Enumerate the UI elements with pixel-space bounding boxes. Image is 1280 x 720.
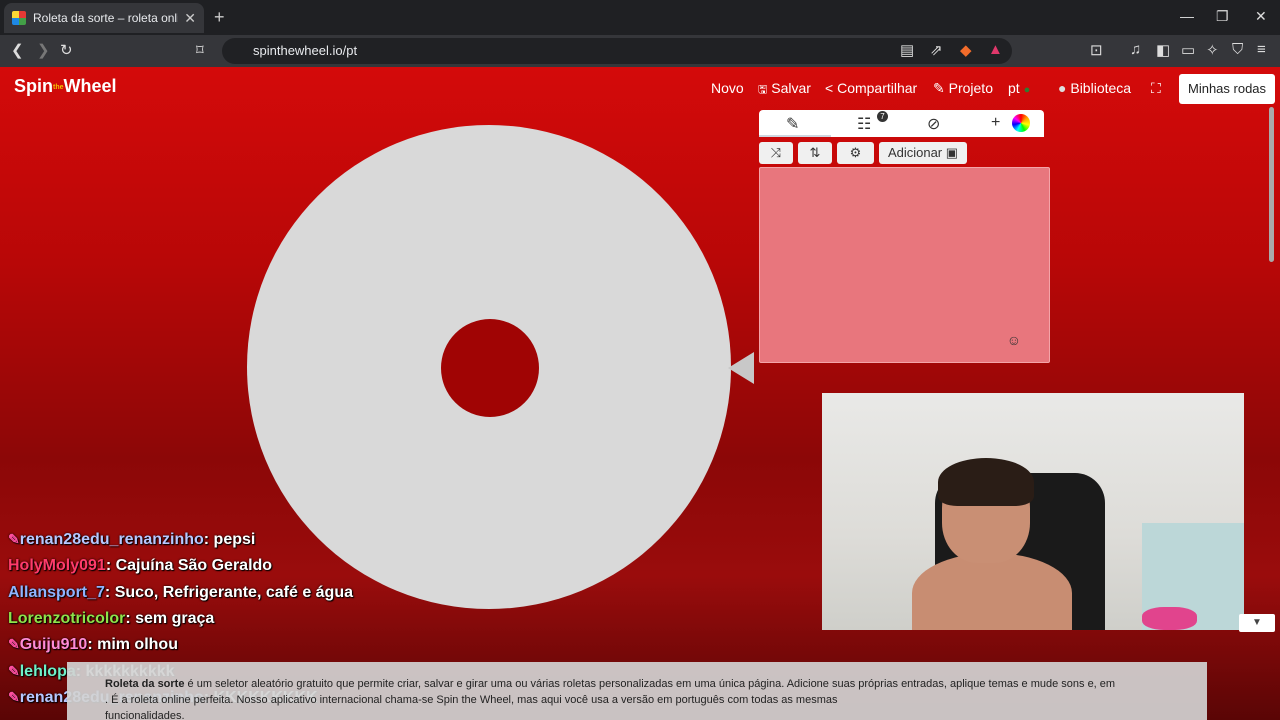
chat-badge-pencil-icon: ✎ xyxy=(8,689,20,705)
chat-message: ✎renan28edu_renanzinho: pepsi xyxy=(8,531,255,549)
chat-message: Lorenzotricolor: sem graça xyxy=(8,610,214,628)
reload-icon[interactable]: ↻ xyxy=(60,41,73,59)
page-content: SpintheWheel Novo 🖫 Salvar < Compartilha… xyxy=(0,67,1280,720)
share-icon[interactable]: ⇗ xyxy=(930,41,943,59)
tab-title: Roleta da sorte – roleta online g xyxy=(33,11,178,25)
chat-badge-pencil-icon: ✎ xyxy=(8,531,20,547)
chevron-down-icon[interactable]: ▼ xyxy=(1239,614,1275,632)
webcam-overlay xyxy=(822,393,1244,630)
minhas-rodas-button[interactable]: Minhas rodas xyxy=(1179,74,1276,104)
rewards-icon[interactable]: ▲ xyxy=(988,41,1003,58)
image-icon: ▣ xyxy=(945,145,959,160)
share-icon: < xyxy=(825,80,834,96)
menu-icon[interactable]: ≡ xyxy=(1257,41,1266,58)
nav-compartilhar[interactable]: < Compartilhar xyxy=(825,80,917,96)
url-text: spinthewheel.io/pt xyxy=(253,43,358,58)
bookmark-icon[interactable]: ⌑ xyxy=(196,41,204,59)
save-icon: 🖫 xyxy=(758,84,768,96)
tab-edit-pencil-icon[interactable]: ✎ xyxy=(786,114,799,134)
browser-tab[interactable]: Roleta da sorte – roleta online g ✕ xyxy=(4,3,204,33)
page-scrollbar[interactable] xyxy=(1269,107,1274,262)
sidebar-icon[interactable]: ◧ xyxy=(1156,41,1170,59)
tab-entries-list-icon[interactable]: ☷ xyxy=(857,114,871,134)
chat-username: renan28edu_renanzinho xyxy=(19,531,204,548)
chat-text: : pepsi xyxy=(203,531,256,548)
forward-icon[interactable]: ❯ xyxy=(37,41,50,59)
chat-text: : sem graça xyxy=(125,610,215,627)
site-favicon-icon xyxy=(12,11,26,25)
chat-text: : mim olhou xyxy=(87,636,178,653)
ai-icon[interactable]: ✧ xyxy=(1206,41,1219,59)
shuffle-button[interactable]: ⤨ xyxy=(759,142,793,164)
chat-username: Guiju910 xyxy=(19,636,88,653)
shuffle-icon: ⤨ xyxy=(770,145,782,160)
chat-text: : Cajuína São Geraldo xyxy=(105,557,273,574)
tab-hidden-eye-icon[interactable]: ⊘ xyxy=(927,114,940,134)
chat-username: Lorenzotricolor xyxy=(8,610,126,627)
fullscreen-icon[interactable]: ⛶ xyxy=(1151,80,1161,97)
flag-icon: ● xyxy=(1023,84,1031,96)
settings-button[interactable]: ⚙ xyxy=(837,142,874,164)
close-tab-icon[interactable]: ✕ xyxy=(184,10,196,27)
entries-textarea[interactable]: ☺ xyxy=(759,167,1050,363)
music-icon[interactable]: ♫ xyxy=(1130,41,1141,58)
maximize-icon[interactable]: ❐ xyxy=(1216,8,1229,25)
color-wheel-icon[interactable] xyxy=(1012,114,1030,132)
nav-projeto[interactable]: ✎ Projeto xyxy=(933,80,993,97)
nav-salvar[interactable]: 🖫 Salvar xyxy=(758,80,811,100)
chat-message: Allansport_7: Suco, Refrigerante, café e… xyxy=(8,584,353,602)
chat-username: Allansport_7 xyxy=(8,584,105,601)
new-tab-icon[interactable]: + xyxy=(214,7,225,28)
wheel-center-button[interactable] xyxy=(441,319,539,417)
chat-badge-pencil-icon: ✎ xyxy=(8,636,20,652)
emoji-icon[interactable]: ☺ xyxy=(1007,332,1021,348)
browser-toolbar: ❮ ❯ ↻ ⌑ spinthewheel.io/pt ▤ ⇗ ◆ ▲ ⊡ ♫ ◧… xyxy=(0,35,1280,67)
globe-icon: ● xyxy=(1058,80,1067,96)
address-bar[interactable]: spinthewheel.io/pt xyxy=(222,38,1012,64)
vpn-icon[interactable]: ⛉ xyxy=(1232,41,1243,58)
gear-icon: ⚙ xyxy=(849,145,862,160)
screenshot-icon[interactable]: ⊡ xyxy=(1090,41,1103,59)
back-icon[interactable]: ❮ xyxy=(11,41,24,59)
chat-badge-pencil-icon: ✎ xyxy=(8,663,20,679)
chat-message: ✎Guiju910: mim olhou xyxy=(8,636,178,654)
site-logo[interactable]: SpintheWheel xyxy=(14,76,117,97)
site-description: Roleta da sorte é um seletor aleatório g… xyxy=(67,662,1207,720)
minimize-icon[interactable]: — xyxy=(1180,8,1194,24)
browser-tab-bar: Roleta da sorte – roleta online g ✕ + — … xyxy=(0,0,1280,35)
chat-text: : Suco, Refrigerante, café e água xyxy=(104,584,353,601)
sort-icon: ⇅ xyxy=(809,145,821,160)
wheel-pointer xyxy=(728,352,754,384)
pencil-icon: ✎ xyxy=(933,80,945,96)
tab-add-plus-icon[interactable]: + xyxy=(991,114,1000,132)
nav-language[interactable]: pt ● xyxy=(1008,80,1030,96)
add-image-button[interactable]: Adicionar ▣ xyxy=(879,142,967,164)
reader-icon[interactable]: ▤ xyxy=(900,41,914,59)
chat-username: HolyMoly091 xyxy=(8,557,106,574)
editor-tabs: ✎ ☷ 7 ⊘ + xyxy=(759,110,1044,137)
chat-message: HolyMoly091: Cajuína São Geraldo xyxy=(8,557,272,575)
wallet-icon[interactable]: ▭ xyxy=(1181,41,1195,59)
sort-button[interactable]: ⇅ xyxy=(798,142,832,164)
entries-count-badge: 7 xyxy=(877,111,888,122)
nav-biblioteca[interactable]: ● Biblioteca xyxy=(1058,80,1131,96)
brave-shield-icon[interactable]: ◆ xyxy=(960,41,972,59)
nav-novo[interactable]: Novo xyxy=(711,80,744,96)
active-tab-indicator xyxy=(759,135,831,137)
window-close-icon[interactable]: ✕ xyxy=(1255,8,1267,25)
